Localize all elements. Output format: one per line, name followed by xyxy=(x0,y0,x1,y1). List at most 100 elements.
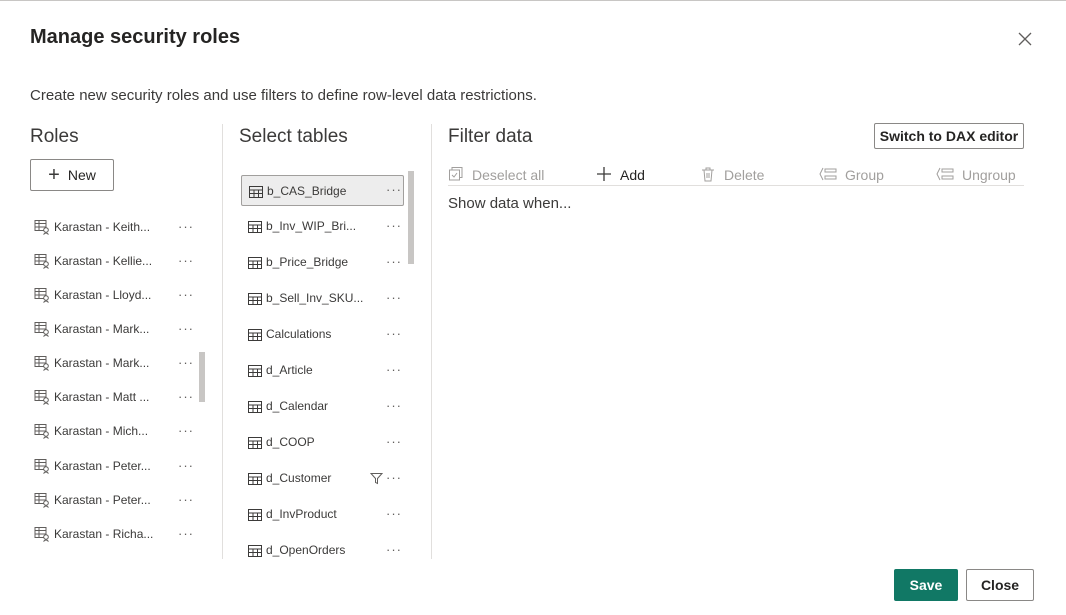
table-icon xyxy=(248,400,262,413)
filter-icon xyxy=(369,472,384,490)
table-label: b_Inv_WIP_Bri... xyxy=(266,219,357,233)
role-item[interactable]: Karastan - Mich... xyxy=(34,419,196,443)
role-icon xyxy=(34,389,50,405)
group-label: Group xyxy=(845,167,884,183)
deselect-all-label: Deselect all xyxy=(472,167,545,183)
table-icon xyxy=(248,436,262,449)
more-options-icon[interactable]: ··· xyxy=(178,492,194,507)
more-options-icon[interactable]: ··· xyxy=(178,287,194,302)
role-label: Karastan - Matt ... xyxy=(54,390,150,404)
more-options-icon[interactable]: ··· xyxy=(386,362,402,377)
show-data-when-label: Show data when... xyxy=(448,195,572,212)
more-options-icon[interactable]: ··· xyxy=(386,542,402,557)
more-options-icon[interactable]: ··· xyxy=(178,321,194,336)
role-item[interactable]: Karastan - Peter... xyxy=(34,454,196,478)
close-icon[interactable] xyxy=(1014,28,1036,50)
role-icon xyxy=(34,423,50,439)
table-label: d_Article xyxy=(266,363,313,377)
ungroup-icon xyxy=(936,167,954,184)
role-label: Karastan - Richa... xyxy=(54,527,154,541)
role-item[interactable]: Karastan - Keith... xyxy=(34,215,196,239)
more-options-icon[interactable]: ··· xyxy=(386,290,402,305)
role-icon xyxy=(34,321,50,337)
delete-label: Delete xyxy=(724,167,765,183)
table-item[interactable]: d_OpenOrders xyxy=(241,535,404,565)
role-icon xyxy=(34,355,50,371)
more-options-icon[interactable]: ··· xyxy=(178,423,194,438)
role-item[interactable]: Karastan - Matt ... xyxy=(34,385,196,409)
table-label: b_CAS_Bridge xyxy=(267,183,347,198)
more-options-icon[interactable]: ··· xyxy=(386,470,402,485)
tables-heading: Select tables xyxy=(239,126,348,147)
close-button[interactable]: Close xyxy=(966,569,1034,601)
role-label: Karastan - Kellie... xyxy=(54,254,153,268)
add-filter-button[interactable]: Add xyxy=(596,164,645,186)
more-options-icon[interactable]: ··· xyxy=(178,526,194,541)
role-item[interactable]: Karastan - Mark... xyxy=(34,317,196,341)
table-item[interactable]: d_InvProduct xyxy=(241,499,404,529)
more-options-icon[interactable]: ··· xyxy=(386,254,402,269)
role-item[interactable]: Karastan - Mark... xyxy=(34,351,196,375)
table-icon xyxy=(248,508,262,521)
role-icon xyxy=(34,492,50,508)
dialog-top-border xyxy=(0,0,1066,1)
more-options-icon[interactable]: ··· xyxy=(386,182,402,197)
table-icon xyxy=(248,472,262,485)
role-item[interactable]: Karastan - Richa... xyxy=(34,522,196,546)
more-options-icon[interactable]: ··· xyxy=(178,355,194,370)
role-label: Karastan - Peter... xyxy=(54,493,151,507)
group-button[interactable]: Group xyxy=(819,164,884,186)
more-options-icon[interactable]: ··· xyxy=(386,218,402,233)
toolbar-divider xyxy=(448,185,1024,186)
more-options-icon[interactable]: ··· xyxy=(386,326,402,341)
table-item[interactable]: Calculations xyxy=(241,319,404,349)
table-item[interactable]: b_CAS_Bridge xyxy=(241,175,404,206)
table-item[interactable]: b_Price_Bridge xyxy=(241,247,404,277)
roles-scrollbar[interactable] xyxy=(199,352,205,402)
dialog-description: Create new security roles and use filter… xyxy=(30,87,537,104)
table-label: d_InvProduct xyxy=(266,507,337,521)
role-label: Karastan - Keith... xyxy=(54,220,151,234)
more-options-icon[interactable]: ··· xyxy=(178,253,194,268)
group-icon xyxy=(819,167,837,184)
filter-heading: Filter data xyxy=(448,126,533,147)
table-item[interactable]: d_Calendar xyxy=(241,391,404,421)
role-icon xyxy=(34,526,50,542)
table-label: d_OpenOrders xyxy=(266,543,346,557)
ungroup-button[interactable]: Ungroup xyxy=(936,164,1016,186)
tables-scrollbar[interactable] xyxy=(408,171,414,264)
table-icon xyxy=(249,185,263,198)
role-item[interactable]: Karastan - Lloyd... xyxy=(34,283,196,307)
deselect-all-icon xyxy=(448,166,464,185)
table-item[interactable]: d_Article xyxy=(241,355,404,385)
table-item[interactable]: b_Inv_WIP_Bri... xyxy=(241,211,404,241)
role-icon xyxy=(34,458,50,474)
role-label: Karastan - Lloyd... xyxy=(54,288,152,302)
new-role-label: New xyxy=(67,167,96,183)
deselect-all-button[interactable]: Deselect all xyxy=(448,164,544,186)
divider xyxy=(431,124,432,559)
plus-icon: + xyxy=(48,164,60,186)
new-role-button[interactable]: + New xyxy=(30,159,114,191)
more-options-icon[interactable]: ··· xyxy=(386,506,402,521)
role-item[interactable]: Karastan - Peter... xyxy=(34,488,196,512)
table-icon xyxy=(248,364,262,377)
more-options-icon[interactable]: ··· xyxy=(178,458,194,473)
table-icon xyxy=(248,328,262,341)
save-button[interactable]: Save xyxy=(894,569,958,601)
more-options-icon[interactable]: ··· xyxy=(386,398,402,413)
role-icon xyxy=(34,253,50,269)
more-options-icon[interactable]: ··· xyxy=(178,389,194,404)
switch-to-dax-button[interactable]: Switch to DAX editor xyxy=(874,123,1024,149)
role-item[interactable]: Karastan - Kellie... xyxy=(34,249,196,273)
table-label: b_Price_Bridge xyxy=(266,255,349,269)
plus-icon xyxy=(596,166,612,185)
table-icon xyxy=(248,256,262,269)
more-options-icon[interactable]: ··· xyxy=(386,434,402,449)
table-item[interactable]: d_COOP xyxy=(241,427,404,457)
table-item[interactable]: b_Sell_Inv_SKU... xyxy=(241,283,404,313)
table-icon xyxy=(248,544,262,557)
more-options-icon[interactable]: ··· xyxy=(178,219,194,234)
table-label: b_Sell_Inv_SKU... xyxy=(266,291,364,305)
delete-button[interactable]: Delete xyxy=(700,164,764,186)
